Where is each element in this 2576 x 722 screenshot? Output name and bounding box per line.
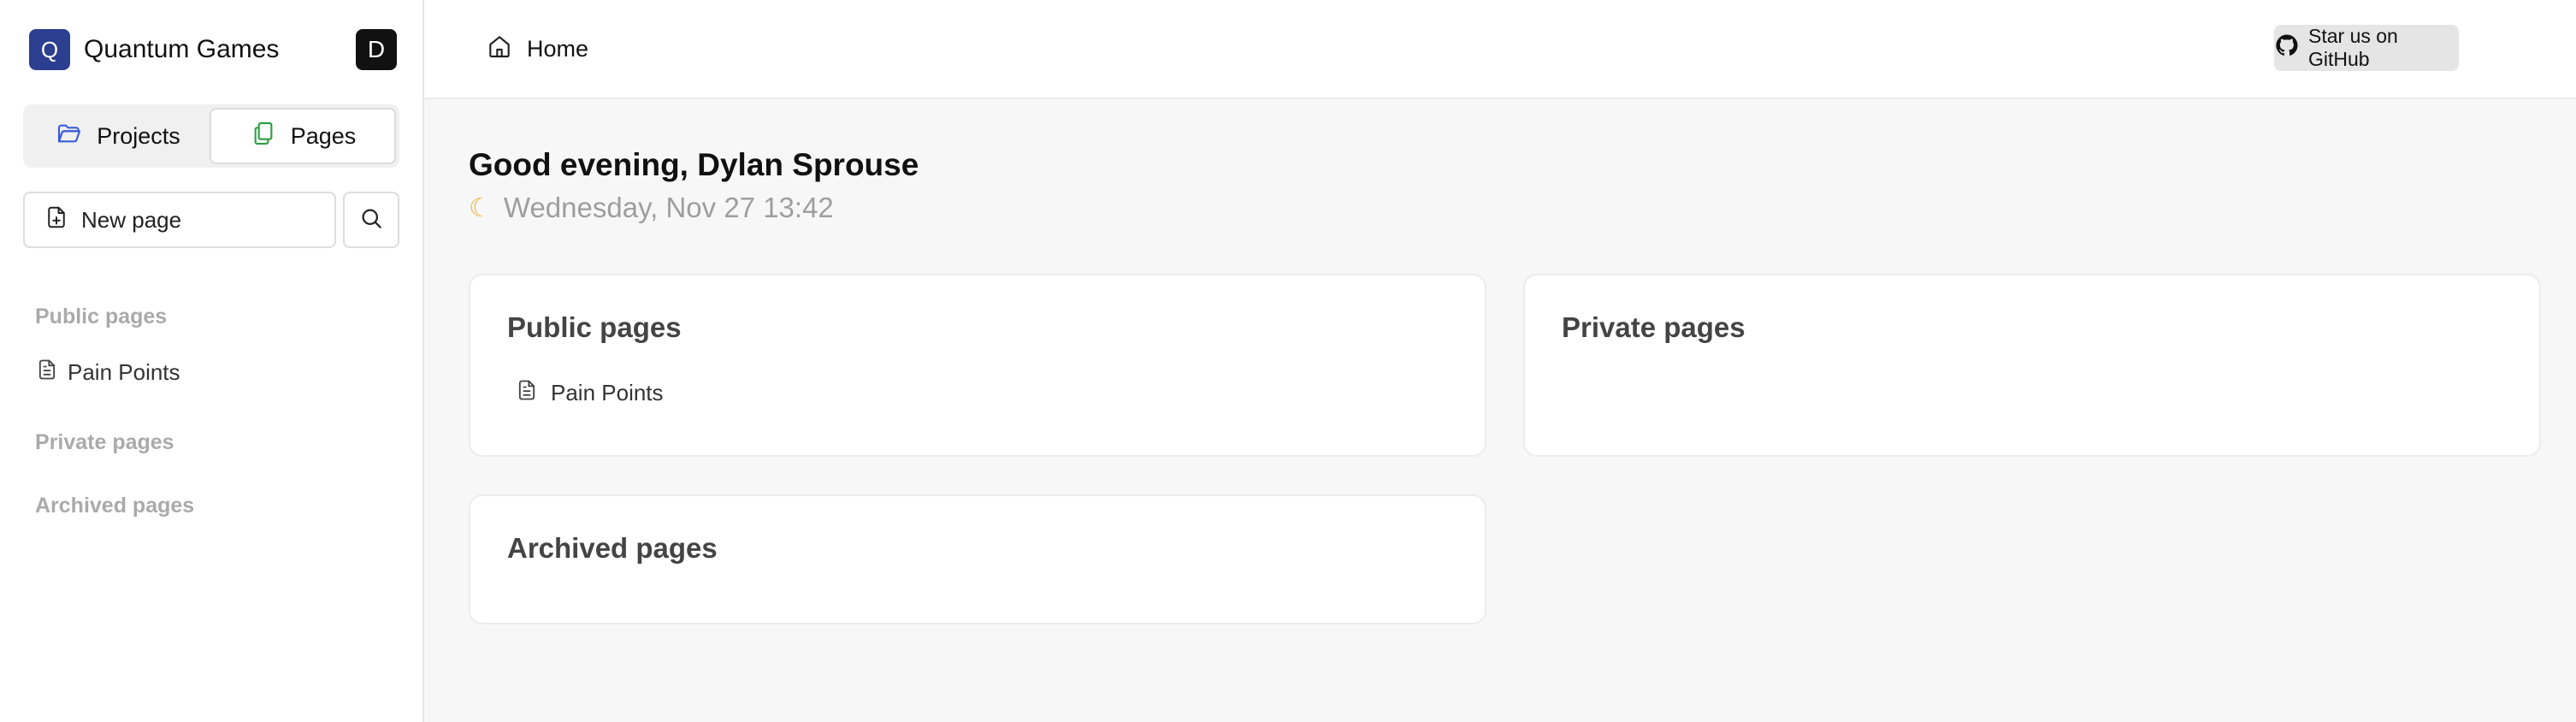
- private-pages-card-title: Private pages: [1562, 311, 1746, 343]
- home-icon: [486, 33, 513, 66]
- tab-pages-label: Pages: [290, 122, 357, 149]
- current-date: Wednesday, Nov 27 13:42: [503, 192, 834, 223]
- sidebar-item-label: Pain Points: [68, 359, 180, 385]
- document-icon: [515, 378, 539, 408]
- view-switcher: Projects Pages: [23, 104, 399, 168]
- private-pages-card: Private pages: [1523, 274, 2541, 457]
- document-icon: [35, 358, 59, 388]
- tab-projects[interactable]: Projects: [27, 108, 210, 164]
- tab-projects-label: Projects: [97, 122, 180, 149]
- new-page-row: New page: [23, 192, 399, 248]
- public-pages-card: Public pages Pain Points: [469, 274, 1486, 457]
- file-plus-icon: [44, 204, 69, 236]
- app: Q Quantum Games D Projects Pages New pag…: [0, 0, 2576, 722]
- workspace-header: Q Quantum Games D: [29, 29, 397, 70]
- card-item-label: Pain Points: [551, 380, 664, 405]
- public-pages-card-title: Public pages: [507, 311, 682, 343]
- github-icon: [2274, 33, 2300, 63]
- date-row: ☾ Wednesday, Nov 27 13:42: [469, 192, 834, 224]
- search-button[interactable]: [343, 192, 399, 248]
- moon-icon: ☾: [469, 193, 492, 222]
- card-item-pain-points[interactable]: Pain Points: [515, 378, 664, 408]
- archived-pages-card-title: Archived pages: [507, 532, 718, 564]
- sidebar-section-public[interactable]: Public pages: [35, 305, 167, 329]
- folder-icon: [56, 120, 83, 153]
- sidebar-item-pain-points[interactable]: Pain Points: [35, 358, 180, 388]
- workspace-name[interactable]: Quantum Games: [84, 35, 279, 64]
- top-bar: Home Star us on GitHub: [424, 0, 2576, 99]
- avatar[interactable]: D: [356, 29, 397, 70]
- github-star-button[interactable]: Star us on GitHub: [2274, 25, 2459, 71]
- sidebar-section-private[interactable]: Private pages: [35, 430, 174, 455]
- sidebar-section-archived[interactable]: Archived pages: [35, 494, 194, 518]
- archived-pages-card: Archived pages: [469, 494, 1486, 624]
- main-content: Home Star us on GitHub Good evening, Dyl…: [424, 0, 2576, 722]
- github-star-label: Star us on GitHub: [2308, 25, 2398, 70]
- breadcrumb-label: Home: [527, 36, 589, 62]
- greeting-heading: Good evening, Dylan Sprouse: [469, 147, 919, 182]
- breadcrumb[interactable]: Home: [486, 33, 588, 66]
- new-page-label: New page: [81, 206, 182, 233]
- tab-pages[interactable]: Pages: [210, 108, 396, 164]
- pages-icon: [250, 120, 277, 153]
- new-page-button[interactable]: New page: [23, 192, 336, 248]
- workspace-logo[interactable]: Q: [29, 29, 70, 70]
- search-icon: [358, 205, 384, 235]
- sidebar: Q Quantum Games D Projects Pages New pag…: [0, 0, 424, 722]
